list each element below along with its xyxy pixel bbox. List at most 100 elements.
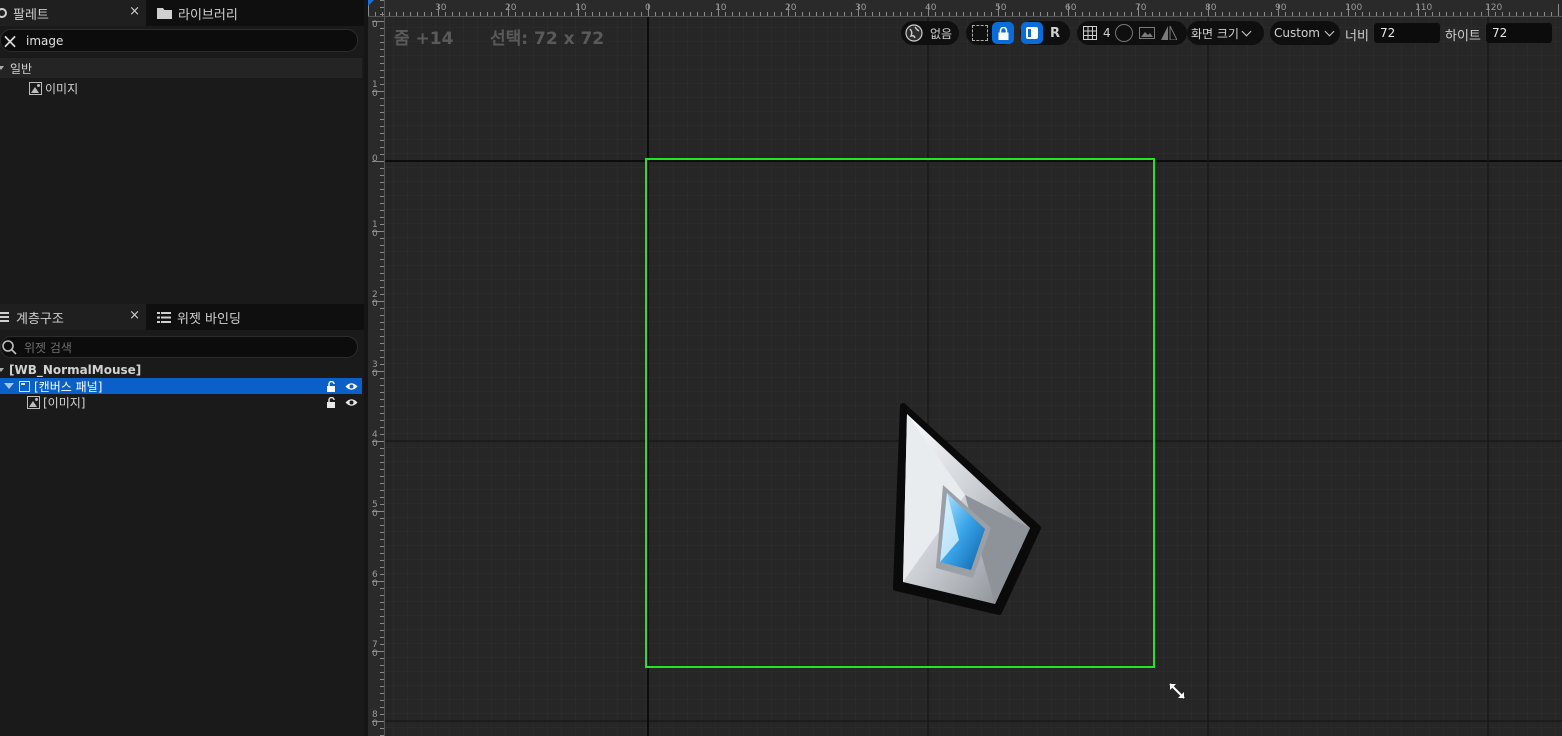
palette-category-general[interactable]: 일반 — [0, 58, 362, 78]
ruler-tick-label: 30 — [855, 3, 867, 13]
lock-toggle[interactable] — [992, 22, 1014, 44]
canvas-row-actions — [326, 380, 358, 392]
grid-size-value[interactable]: 4 — [1103, 26, 1111, 40]
ruler-tick-label: 8 0 — [372, 710, 378, 729]
tree-root-label: [WB_NormalMouse] — [9, 363, 142, 377]
image-row-actions — [326, 396, 358, 408]
globe-icon — [905, 24, 923, 42]
dashed-box-icon[interactable] — [972, 25, 988, 41]
screen-size-label: 화면 크기 — [1191, 26, 1239, 41]
ruler-tick-label: 1 0 — [372, 80, 378, 99]
palette-search[interactable]: × image — [0, 29, 358, 53]
zoom-label: 줌 +14 — [394, 29, 454, 49]
height-label: 하이트 — [1445, 29, 1481, 44]
widget-layout-toggle[interactable] — [1021, 22, 1043, 44]
tab-library-label: 라이브러리 — [178, 7, 238, 23]
ruler-tick-label: 0 — [372, 154, 378, 164]
chevron-down-icon — [1241, 26, 1252, 36]
tree-image-label: [이미지] — [43, 395, 86, 410]
chevron-down-icon — [0, 66, 4, 70]
chevron-down-icon — [4, 383, 14, 389]
ruler-tick-label: 3 0 — [372, 360, 378, 379]
palette-tabbar: 팔레트 × 라이브러리 — [0, 0, 364, 26]
palette-item-label: 이미지 — [45, 81, 79, 96]
search-icon — [2, 340, 17, 355]
hierarchy-tabbar: 계층구조 × 위젯 바인딩 — [0, 304, 364, 330]
canvas-panel-icon — [19, 380, 30, 392]
custom-size-dropdown[interactable]: Custom — [1270, 21, 1340, 45]
width-field[interactable]: 72 — [1374, 23, 1440, 43]
custom-size-label: Custom — [1274, 26, 1320, 40]
designer-viewport[interactable]: 30 20 10 0 10 20 30 40 50 60 70 80 90 100 110 120 01 00… — [368, 0, 1562, 736]
ruler-tick-label: 7 0 — [372, 640, 378, 659]
folder-icon — [157, 8, 172, 19]
close-icon[interactable]: × — [129, 308, 140, 323]
lock-icon — [998, 26, 1008, 40]
ruler-tick-label: 0 — [372, 20, 378, 30]
tab-hierarchy-label: 계층구조 — [16, 311, 64, 327]
ruler-tick-label: 2 0 — [372, 290, 378, 309]
grid-group: 4 — [1077, 21, 1187, 45]
ruler-tick-label: 50 — [995, 3, 1007, 13]
layout-icon — [1026, 27, 1038, 39]
palette-item-image[interactable]: 이미지 — [29, 80, 229, 96]
tree-image-row[interactable]: [이미지] — [0, 394, 362, 410]
tab-palette[interactable]: 팔레트 × — [0, 0, 146, 26]
flip-icon[interactable] — [1160, 26, 1177, 40]
left-panel: 팔레트 × 라이브러리 × image 일반 이미지 계층구조 × 위젯 바인딩 — [0, 0, 364, 736]
respect-locks-group: R — [1020, 21, 1070, 45]
ruler-tick-label: 120 — [1485, 3, 1503, 13]
ruler-tick-label: 4 0 — [372, 430, 378, 449]
snap-group — [966, 21, 1014, 45]
ruler-tick-label: 1 0 — [372, 220, 378, 239]
ruler-tick-label: 100 — [1345, 3, 1363, 13]
screen-size-dropdown[interactable]: 화면 크기 — [1187, 21, 1264, 45]
ruler-tick-label: 20 — [785, 3, 797, 13]
hierarchy-icon — [0, 312, 9, 322]
tab-widget-bindings[interactable]: 위젯 바인딩 — [150, 304, 317, 330]
list-icon — [157, 311, 171, 323]
ruler-tick-label: 10 — [715, 3, 727, 13]
mouse-cursor-image[interactable] — [893, 400, 1048, 620]
ruler-tick-label: 30 — [435, 3, 447, 13]
ruler-tick-label: 0 — [645, 3, 651, 13]
localization-label: 없음 — [930, 26, 953, 41]
ruler-tick-label: 6 0 — [372, 570, 378, 589]
grid-icon[interactable] — [1083, 26, 1097, 40]
tab-hierarchy[interactable]: 계층구조 × — [0, 304, 146, 330]
palette-category-label: 일반 — [10, 61, 33, 76]
tab-bindings-label: 위젯 바인딩 — [177, 311, 241, 327]
image-icon — [27, 395, 40, 409]
ruler-tick-label: 70 — [1135, 3, 1147, 13]
ruler-tick-label: 5 0 — [372, 500, 378, 519]
hierarchy-search[interactable]: 위젯 검색 — [0, 336, 358, 358]
close-icon[interactable]: × — [129, 4, 140, 19]
palette-icon — [0, 8, 7, 18]
chevron-down-icon — [1324, 26, 1335, 36]
eye-icon[interactable] — [345, 398, 358, 407]
chevron-down-icon — [0, 368, 4, 372]
tree-root-row[interactable]: [WB_NormalMouse] — [0, 362, 362, 378]
r-toggle[interactable]: R — [1050, 26, 1060, 41]
localization-button[interactable]: 없음 — [901, 21, 959, 45]
tab-library[interactable]: 라이브러리 — [150, 0, 307, 26]
tree-canvas-row[interactable]: [캔버스 패널] — [0, 378, 362, 394]
ruler-tick-label: 20 — [505, 3, 517, 13]
lock-icon[interactable] — [326, 396, 337, 408]
ruler-tick-label: 60 — [1065, 3, 1077, 13]
palette-search-input[interactable]: image — [26, 34, 63, 48]
ruler-tick-label: 90 — [1275, 3, 1287, 13]
lock-icon[interactable] — [326, 380, 337, 392]
resize-arrow-icon[interactable] — [1168, 682, 1186, 700]
clear-search-icon[interactable]: × — [0, 29, 20, 53]
cursor-select-icon[interactable] — [1114, 24, 1133, 42]
image-icon — [29, 81, 42, 95]
width-label: 너비 — [1345, 29, 1369, 44]
tree-canvas-label: [캔버스 패널] — [34, 379, 103, 394]
eye-icon[interactable] — [345, 382, 358, 391]
selection-size-label: 선택: 72 x 72 — [490, 29, 605, 49]
hierarchy-search-input[interactable]: 위젯 검색 — [24, 339, 72, 356]
tab-palette-label: 팔레트 — [13, 7, 49, 23]
height-field[interactable]: 72 — [1486, 23, 1552, 43]
image-preview-icon[interactable] — [1138, 27, 1155, 39]
